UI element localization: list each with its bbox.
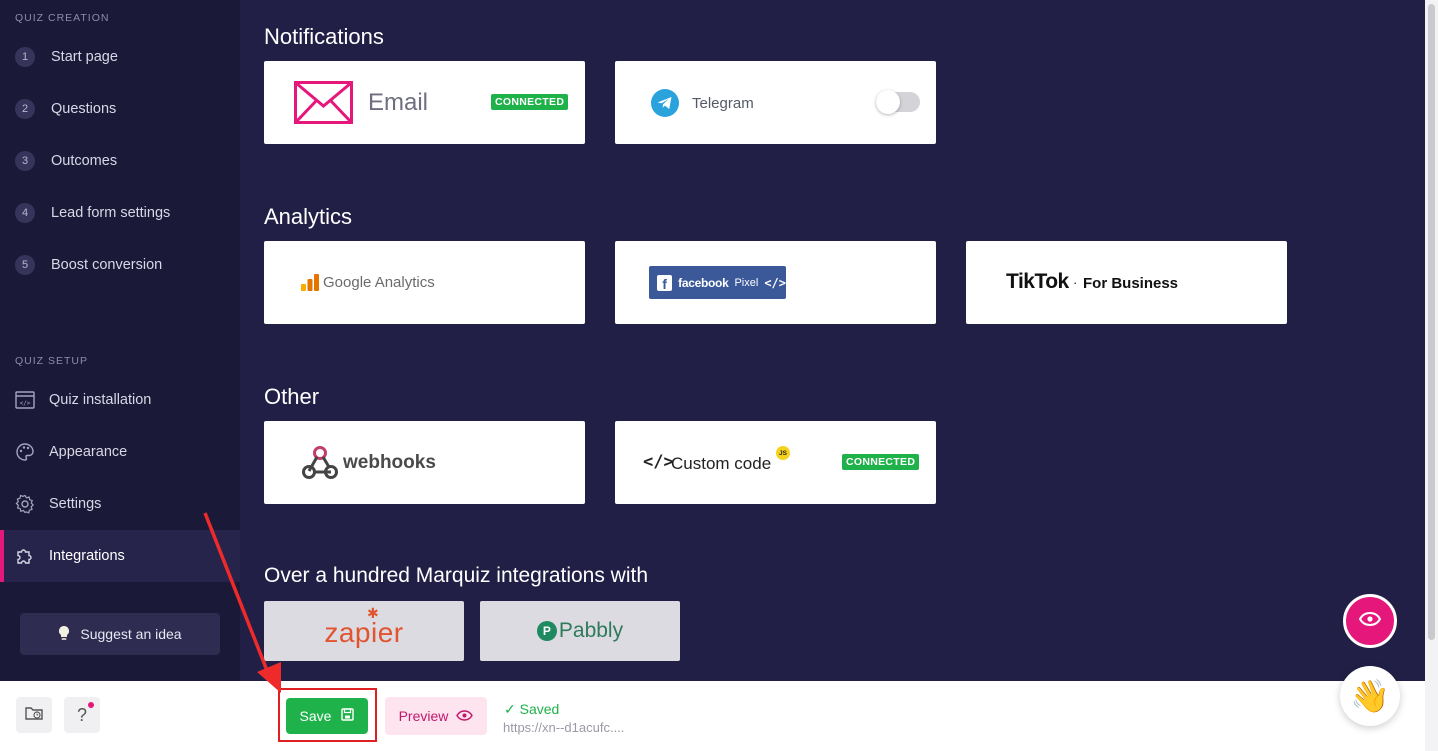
folder-clock-icon [25,705,43,726]
page-scrollbar[interactable] [1425,0,1438,751]
webhooks-label: webhooks [343,452,436,473]
step-number: 5 [15,255,35,275]
sidebar-item-label: Appearance [49,444,128,460]
analytics-heading: Analytics [264,204,353,229]
tiktok-label: TikTok [1006,270,1069,293]
sidebar-item-appearance[interactable]: Appearance [0,426,240,478]
envelope-icon [294,81,353,129]
save-button[interactable]: Save [286,698,368,734]
bottom-toolbar [0,681,1425,751]
webhooks-icon [301,444,339,485]
tiktok-card[interactable]: TikTok · For Business [966,241,1287,324]
sidebar-item-quiz-installation[interactable]: </> Quiz installation [0,374,240,426]
suggest-idea-label: Suggest an idea [80,626,182,642]
step-number: 1 [15,47,35,67]
email-integration-card[interactable]: Email CONNECTED [264,61,585,144]
sidebar-step-outcomes[interactable]: 3 Outcomes [0,143,240,179]
sidebar-step-boost-conversion[interactable]: 5 Boost conversion [0,247,240,283]
step-number: 3 [15,151,35,171]
pabbly-label: Pabbly [558,619,624,642]
telegram-label: Telegram [692,95,754,112]
save-label: Save [299,708,332,724]
sidebar-item-label: Quiz installation [49,392,152,408]
eye-icon [1358,611,1382,631]
preview-fab-button[interactable] [1343,594,1397,648]
code-window-icon: </> [15,390,35,410]
help-button[interactable]: ? [64,697,100,733]
code-icon: </> [764,275,786,290]
preview-label: Preview [398,708,449,724]
js-badge: JS [776,446,790,460]
marquiz-integrations-heading: Over a hundred Marquiz integrations with [264,564,649,587]
folder-button[interactable] [16,697,52,733]
step-label: Questions [51,101,117,117]
sidebar-step-start-page[interactable]: 1 Start page [0,39,240,75]
preview-button[interactable]: Preview [385,697,487,735]
step-number: 4 [15,203,35,223]
step-number: 2 [15,99,35,119]
scrollbar-thumb[interactable] [1428,4,1435,640]
step-label: Boost conversion [51,257,163,273]
sidebar: QUIZ CREATION 1 Start page 2 Questions 3… [0,0,240,681]
asterisk-icon: ✱ [367,605,379,621]
notification-dot [88,702,94,708]
puzzle-icon [15,546,35,566]
facebook-pixel-card[interactable]: f facebook Pixel </> [615,241,936,324]
google-analytics-card[interactable]: Google Analytics [264,241,585,324]
quiz-url-link[interactable]: https://xn--d1acufc.... [503,720,624,735]
tiktok-for-business-label: For Business [1083,275,1179,292]
custom-code-label: Custom code [671,454,772,473]
code-icon: </> [643,452,674,472]
pabbly-logo-icon: P [536,621,557,641]
custom-code-card[interactable]: </> Custom code JS CONNECTED [615,421,936,504]
quiz-setup-heading: QUIZ SETUP [15,355,89,367]
toggle-knob [876,90,900,114]
svg-text:</>: </> [20,400,31,407]
sidebar-item-settings[interactable]: Settings [0,478,240,530]
connected-badge: CONNECTED [491,94,569,110]
zapier-card[interactable]: zapier ✱ [264,601,464,661]
webhooks-card[interactable]: webhooks [264,421,585,504]
floppy-disk-icon [341,708,355,724]
sidebar-item-label: Integrations [49,548,125,564]
google-analytics-label: Google Analytics [323,274,435,291]
connected-badge: CONNECTED [842,454,920,470]
sidebar-step-questions[interactable]: 2 Questions [0,91,240,127]
chat-support-button[interactable]: 👋 [1340,666,1400,726]
eye-icon [456,708,474,724]
zapier-label: zapier [324,617,404,648]
notifications-heading: Notifications [264,24,384,49]
pixel-label: Pixel [734,276,759,289]
other-heading: Other [264,384,320,409]
pabbly-card[interactable]: P Pabbly [480,601,680,661]
waving-hand-icon: 👋 [1350,678,1390,714]
sidebar-item-integrations[interactable]: Integrations [0,530,240,582]
facebook-pixel-logo: f facebook Pixel </> [649,266,786,299]
facebook-label: facebook [678,275,729,290]
sidebar-item-label: Settings [49,496,102,512]
sidebar-step-lead-form[interactable]: 4 Lead form settings [0,195,240,231]
gear-icon [15,494,35,514]
saved-status: ✓ Saved [504,701,560,717]
tiktok-dot-icon: · [1073,275,1078,290]
facebook-f-icon: f [657,274,673,291]
telegram-integration-card[interactable]: Telegram [615,61,936,144]
email-label: Email [368,89,429,116]
quiz-creation-heading: QUIZ CREATION [15,12,110,24]
google-analytics-logo-icon [301,274,319,296]
question-icon: ? [76,704,87,725]
suggest-idea-button[interactable]: Suggest an idea [20,613,220,655]
telegram-icon [651,89,679,122]
step-label: Lead form settings [51,205,171,221]
step-label: Outcomes [51,153,118,169]
telegram-toggle[interactable] [876,90,920,114]
step-label: Start page [51,49,118,65]
palette-icon [15,442,35,462]
lightbulb-icon [58,625,70,644]
